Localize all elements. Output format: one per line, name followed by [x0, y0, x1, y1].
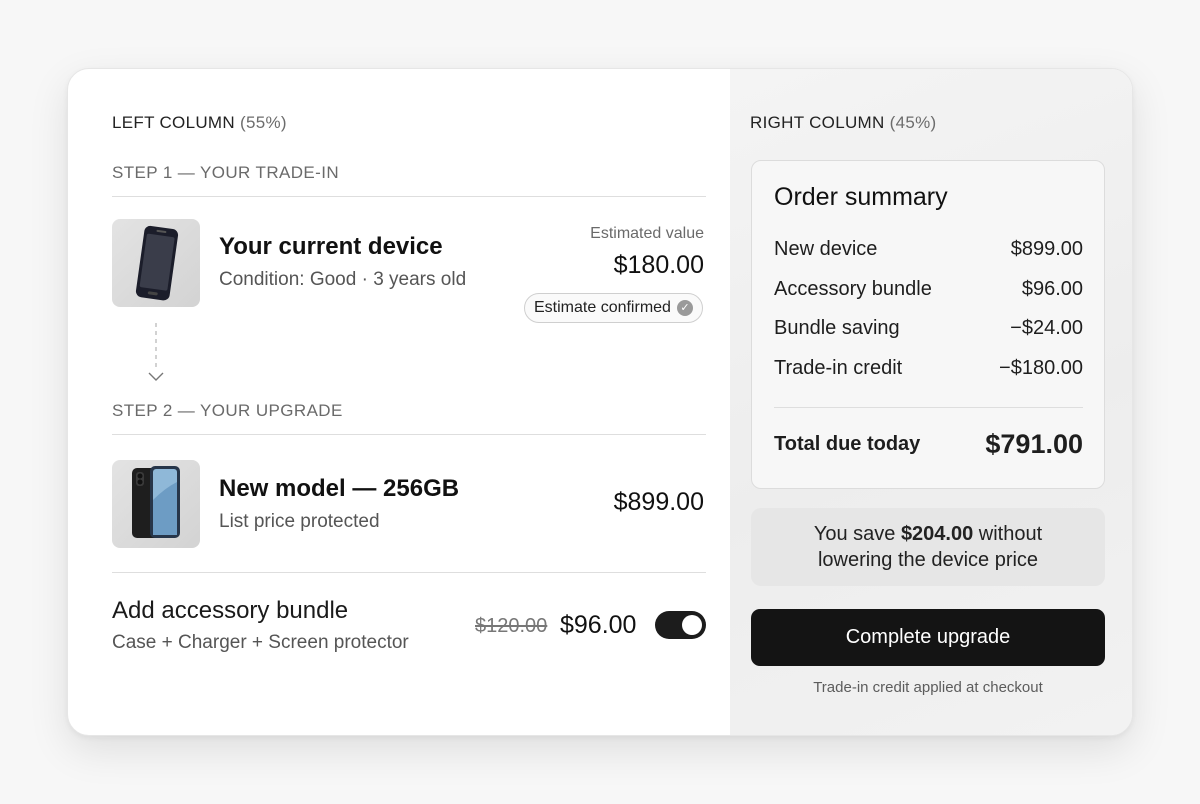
- trade-in-subtitle: Condition: Good · 3 years old: [219, 269, 467, 290]
- step2-label: STEP 2 — YOUR UPGRADE: [112, 401, 343, 420]
- summary-row-label: Trade-in credit: [774, 357, 903, 379]
- upgrade-price: $899.00: [613, 488, 704, 516]
- bundle-subtitle: Case + Charger + Screen protector: [112, 632, 409, 653]
- toggle-knob: [682, 615, 702, 635]
- summary-total-row: Total due today $791.00: [774, 429, 1083, 460]
- total-value: $791.00: [985, 429, 1083, 459]
- savings-amount: $204.00: [900, 523, 974, 545]
- right-column-heading-label: RIGHT COLUMN: [750, 113, 885, 132]
- trade-in-title: Your current device: [219, 233, 443, 260]
- summary-row-accessory-bundle: Accessory bundle $96.00: [774, 278, 1083, 301]
- checkout-footnote: Trade-in credit applied at checkout: [813, 679, 1043, 696]
- upgrade-device-thumbnail: [112, 460, 200, 548]
- savings-line2: lowering the device price: [817, 549, 1039, 571]
- check-circle-icon: ✓: [676, 300, 693, 316]
- left-column-heading-label: LEFT COLUMN: [112, 113, 235, 132]
- divider: [112, 196, 706, 197]
- summary-row-new-device: New device $899.00: [774, 238, 1083, 261]
- divider: [774, 407, 1083, 408]
- savings-prefix: You save: [813, 523, 896, 545]
- trade-in-device-thumbnail: [112, 219, 200, 307]
- summary-row-value: $96.00: [1021, 278, 1083, 300]
- bundle-price: $96.00: [560, 611, 637, 639]
- estimate-confirmed-badge: Estimate confirmed ✓: [524, 293, 703, 323]
- estimate-confirmed-label: Estimate confirmed: [534, 299, 671, 316]
- summary-row-value: −$24.00: [1010, 317, 1083, 339]
- summary-row-bundle-saving: Bundle saving −$24.00: [774, 317, 1083, 340]
- total-label: Total due today: [774, 433, 921, 455]
- upgrade-card: LEFT COLUMN (55%) STEP 1 — YOUR TRADE-IN…: [67, 68, 1133, 736]
- summary-row-label: Bundle saving: [774, 317, 900, 339]
- bundle-toggle[interactable]: [655, 611, 706, 639]
- connector-arrow-icon: [148, 323, 164, 381]
- right-column-heading-pct: (45%): [889, 113, 937, 132]
- bundle-title: Add accessory bundle: [112, 597, 349, 624]
- savings-callout: You save $204.00 without lowering the de…: [751, 508, 1105, 586]
- step1-label: STEP 1 — YOUR TRADE-IN: [112, 163, 340, 182]
- upgrade-subtitle: List price protected: [219, 511, 380, 532]
- complete-upgrade-button[interactable]: Complete upgrade: [751, 609, 1105, 666]
- summary-row-trade-in-credit: Trade-in credit −$180.00: [774, 357, 1083, 380]
- new-phone-icon: [132, 466, 180, 538]
- upgrade-title: New model — 256GB: [219, 475, 460, 502]
- estimated-value: $180.00: [613, 251, 704, 279]
- left-column-heading: LEFT COLUMN (55%): [112, 113, 287, 133]
- savings-suffix: without: [978, 523, 1043, 545]
- order-summary-panel: Order summary New device $899.00 Accesso…: [751, 160, 1105, 489]
- summary-row-value: −$180.00: [999, 357, 1083, 379]
- right-column-heading: RIGHT COLUMN (45%): [750, 113, 936, 133]
- old-phone-icon: [135, 225, 179, 301]
- summary-row-value: $899.00: [1010, 238, 1083, 260]
- estimated-value-label: Estimated value: [590, 225, 704, 242]
- summary-row-label: Accessory bundle: [774, 278, 932, 300]
- left-column-heading-pct: (55%): [239, 113, 287, 132]
- order-summary-title: Order summary: [774, 183, 948, 211]
- divider: [112, 434, 706, 435]
- summary-row-label: New device: [774, 238, 878, 260]
- divider: [112, 572, 706, 573]
- bundle-old-price: $120.00: [475, 615, 548, 637]
